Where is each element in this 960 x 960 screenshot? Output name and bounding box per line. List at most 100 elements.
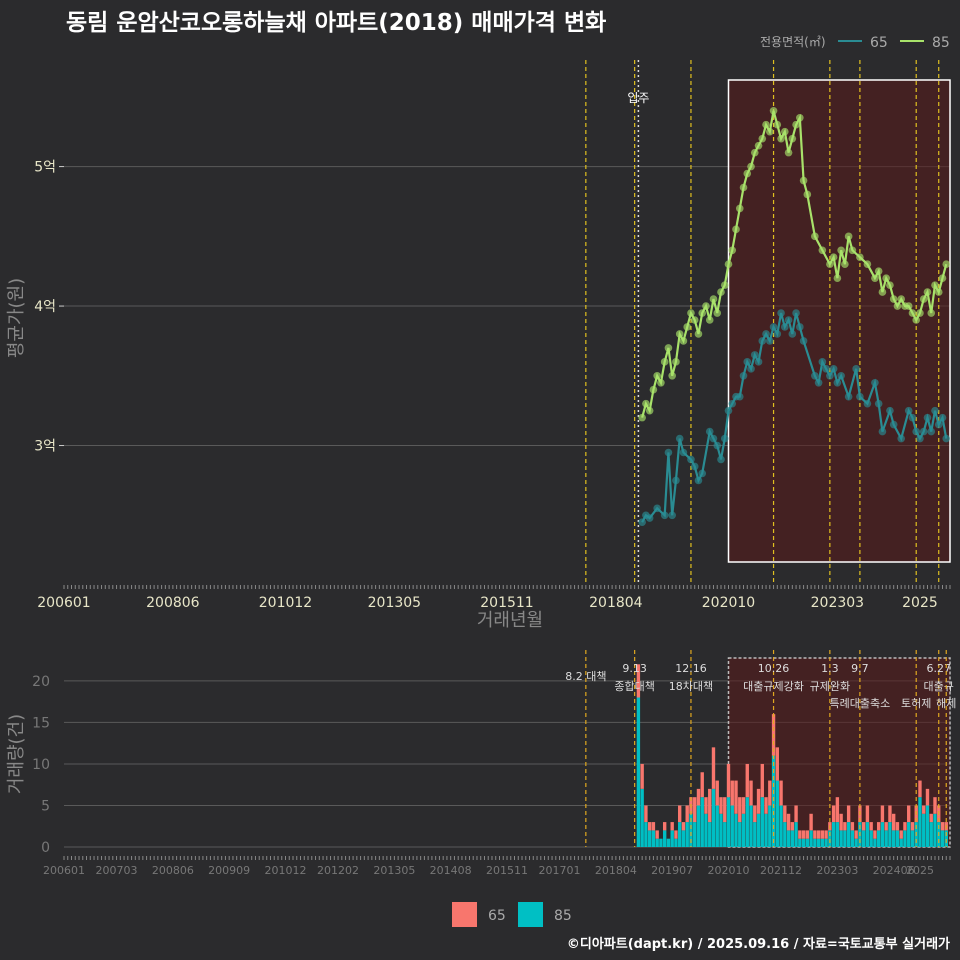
price-point-65 xyxy=(773,330,782,338)
price-x-tick-label: 2025 xyxy=(902,595,938,611)
price-point-65 xyxy=(713,441,722,450)
volume-bar-85 xyxy=(820,838,825,847)
footer-credit: ©디아파트(dapt.kr) / 2025.09.16 / 자료=국토교통부 실… xyxy=(567,936,950,952)
volume-bar-65 xyxy=(801,830,806,839)
price-point-85 xyxy=(690,316,699,324)
volume-bar-85 xyxy=(696,805,701,847)
price-point-65 xyxy=(743,358,752,366)
price-point-65 xyxy=(709,434,718,443)
volume-bar-65 xyxy=(756,788,761,814)
price-point-65 xyxy=(908,413,917,422)
policy-label-detail: 해제 xyxy=(936,696,956,710)
volume-bar-85 xyxy=(798,838,802,847)
price-point-65 xyxy=(728,399,737,408)
price-point-65 xyxy=(863,399,872,408)
price-point-65 xyxy=(672,476,680,485)
chart-title: 동림 운암산코오롱하늘채 아파트(2018) 매매가격 변화 xyxy=(66,10,606,36)
volume-bar-85 xyxy=(723,822,727,847)
price-point-85 xyxy=(889,295,898,303)
legend-bottom-label-65: 65 xyxy=(488,908,506,924)
price-point-85 xyxy=(893,302,902,310)
volume-bar-65 xyxy=(723,797,727,823)
price-point-65 xyxy=(698,469,707,478)
price-x-tick-label: 201305 xyxy=(368,595,421,611)
price-point-85 xyxy=(717,288,725,296)
price-point-65 xyxy=(871,378,879,387)
price-point-85 xyxy=(833,274,842,282)
price-point-65 xyxy=(919,427,928,436)
price-point-85 xyxy=(796,113,804,122)
price-point-65 xyxy=(653,504,661,513)
price-point-85 xyxy=(919,295,928,303)
price-point-65 xyxy=(645,514,654,522)
volume-bar-65 xyxy=(678,805,682,823)
volume-bar-65 xyxy=(907,805,911,823)
volume-bar-85 xyxy=(726,797,731,847)
volume-bar-85 xyxy=(925,805,930,847)
volume-bar-65 xyxy=(839,813,843,831)
volume-bar-65 xyxy=(681,822,686,831)
price-point-65 xyxy=(844,392,853,401)
price-point-85 xyxy=(904,302,913,310)
volume-bar-65 xyxy=(854,830,858,839)
price-point-65 xyxy=(660,511,669,520)
price-point-85 xyxy=(765,127,774,136)
price-point-85 xyxy=(844,232,853,241)
volume-bar-65 xyxy=(786,813,791,831)
policy-label: 9.7 xyxy=(851,662,869,675)
volume-bar-65 xyxy=(933,797,937,814)
volume-bar-85 xyxy=(888,822,892,847)
volume-bar-85 xyxy=(693,822,697,847)
volume-bar-65 xyxy=(647,822,652,831)
volume-bar-85 xyxy=(809,830,813,847)
volume-x-tick-label: 201408 xyxy=(430,864,472,877)
price-point-65 xyxy=(792,309,800,317)
policy-label: 1.3 xyxy=(821,662,839,675)
volume-bar-65 xyxy=(816,830,821,839)
price-point-85 xyxy=(645,406,654,415)
volume-bar-65 xyxy=(753,805,757,823)
volume-bar-85 xyxy=(734,813,738,847)
volume-bar-65 xyxy=(730,780,734,806)
volume-x-tick-label: 201907 xyxy=(651,864,693,877)
price-point-65 xyxy=(758,337,767,345)
volume-bar-65 xyxy=(891,813,896,831)
volume-bar-65 xyxy=(768,780,772,806)
volume-bar-85 xyxy=(910,830,915,847)
volume-bar-85 xyxy=(790,830,795,847)
price-point-85 xyxy=(657,378,665,387)
policy-label-detail: 규제완화 xyxy=(810,680,850,693)
price-x-tick-label: 201511 xyxy=(480,595,533,611)
volume-bar-65 xyxy=(711,747,716,789)
volume-bar-85 xyxy=(700,797,704,847)
price-point-85 xyxy=(758,134,767,143)
price-point-65 xyxy=(679,448,688,457)
price-x-tick-label: 201804 xyxy=(589,595,643,611)
price-point-65 xyxy=(717,455,725,464)
price-point-85 xyxy=(829,253,838,262)
volume-bar-65 xyxy=(775,747,779,781)
policy-label-detail: 대출규제강화 xyxy=(743,680,804,693)
volume-bar-85 xyxy=(738,822,742,847)
volume-bar-85 xyxy=(816,838,821,847)
price-point-85 xyxy=(886,281,894,289)
price-point-85 xyxy=(642,399,650,408)
price-point-85 xyxy=(713,309,722,317)
volume-bar-85 xyxy=(873,838,877,847)
chart-canvas: 동림 운암산코오롱하늘채 아파트(2018) 매매가격 변화 전용면적(㎡) 6… xyxy=(6,10,956,952)
volume-x-tick-label: 201511 xyxy=(486,864,528,877)
volume-bar-85 xyxy=(775,780,779,847)
volume-bar-85 xyxy=(922,813,926,847)
volume-bar-85 xyxy=(801,838,806,847)
price-point-85 xyxy=(743,169,752,178)
policy-label: 8.2 대책 xyxy=(565,670,606,683)
bottom-legend: 65 85 xyxy=(452,902,572,927)
legend-title: 전용면적(㎡) xyxy=(760,35,826,49)
volume-bar-65 xyxy=(670,822,674,831)
volume-bar-65 xyxy=(794,805,798,823)
price-point-65 xyxy=(747,365,755,373)
price-point-85 xyxy=(687,309,695,317)
legend-label-85: 85 xyxy=(932,35,950,51)
volume-bar-85 xyxy=(768,805,772,847)
price-point-85 xyxy=(675,330,684,338)
